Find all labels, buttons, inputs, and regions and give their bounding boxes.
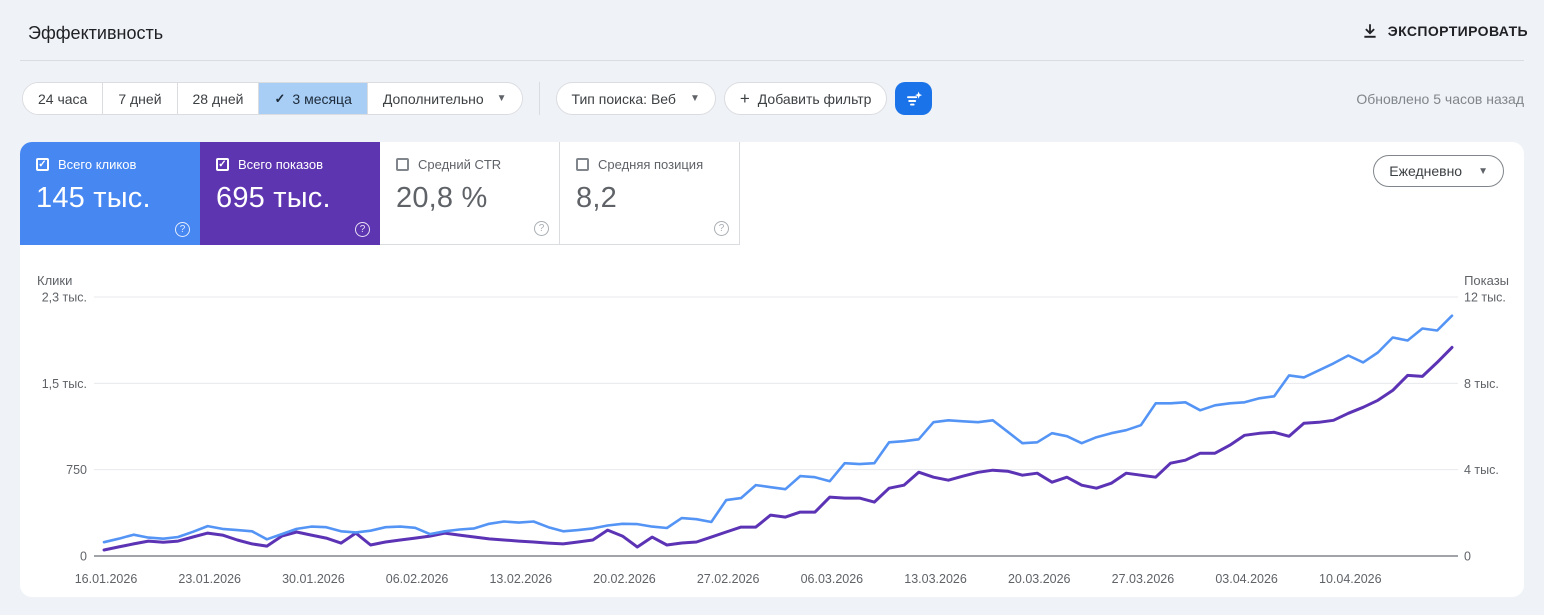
left-axis-tick: 1,5 тыс.: [42, 377, 87, 391]
header-divider: [20, 60, 1524, 61]
add-filter-label: Добавить фильтр: [757, 90, 872, 107]
x-axis-tick: 06.03.2026: [801, 572, 864, 586]
metric-label: Средний CTR: [418, 157, 502, 172]
series-clicks: [102, 314, 1454, 544]
chevron-down-icon: ▼: [1478, 165, 1488, 177]
x-axis-tick: 27.03.2026: [1112, 572, 1175, 586]
checkbox-checked-icon[interactable]: [36, 158, 49, 171]
checkbox-checked-icon[interactable]: [216, 158, 229, 171]
metric-label: Средняя позиция: [598, 157, 704, 172]
date-range-tabs: 24 часа 7 дней 28 дней ✓ 3 месяца Дополн…: [22, 82, 523, 115]
metric-label: Всего кликов: [58, 157, 137, 172]
help-icon[interactable]: ?: [534, 221, 549, 236]
export-button[interactable]: ЭКСПОРТИРОВАТЬ: [1361, 22, 1528, 40]
tab-label: Дополнительно: [382, 90, 484, 107]
metric-tile-total-impressions[interactable]: Всего показов 695 тыс. ?: [200, 142, 380, 245]
x-axis-tick: 20.02.2026: [593, 572, 656, 586]
tab-7-days[interactable]: 7 дней: [103, 83, 178, 114]
checkbox-unchecked-icon[interactable]: [396, 158, 409, 171]
x-axis-tick: 10.04.2026: [1319, 572, 1382, 586]
x-axis-tick: 03.04.2026: [1215, 572, 1278, 586]
export-label: ЭКСПОРТИРОВАТЬ: [1387, 23, 1528, 39]
metric-tile-total-clicks[interactable]: Всего кликов 145 тыс. ?: [20, 142, 200, 245]
search-type-label: Тип поиска: Веб: [571, 90, 676, 107]
plus-icon: +: [739, 89, 750, 108]
metric-value: 8,2: [576, 182, 617, 214]
granularity-label: Ежедневно: [1389, 163, 1463, 179]
right-axis-title: Показы: [1464, 273, 1509, 288]
x-axis-tick: 16.01.2026: [75, 572, 138, 586]
chevron-down-icon: ▼: [689, 93, 700, 104]
granularity-dropdown[interactable]: Ежедневно ▼: [1373, 155, 1504, 187]
right-axis-tick: 12 тыс.: [1464, 291, 1506, 305]
tab-label: 28 дней: [192, 90, 244, 107]
chevron-down-icon: ▼: [496, 93, 507, 104]
checkbox-unchecked-icon[interactable]: [576, 158, 589, 171]
left-axis-tick: 2,3 тыс.: [42, 291, 87, 305]
search-type-filter[interactable]: Тип поиска: Веб ▼: [555, 82, 716, 115]
performance-page: Эффективность ЭКСПОРТИРОВАТЬ 24 часа 7 д…: [0, 0, 1544, 615]
toolbar-divider: [538, 82, 540, 115]
metric-value: 695 тыс.: [216, 182, 331, 214]
x-axis-tick: 13.03.2026: [904, 572, 967, 586]
download-icon: [1361, 22, 1379, 40]
x-axis-tick: 30.01.2026: [282, 572, 345, 586]
x-axis-tick: 23.01.2026: [178, 572, 241, 586]
tab-label: 7 дней: [118, 90, 162, 107]
tab-label: 24 часа: [38, 90, 88, 107]
page-title: Эффективность: [28, 23, 164, 43]
tab-3-months[interactable]: ✓ 3 месяца: [259, 83, 368, 114]
filter-toolbar: 24 часа 7 дней 28 дней ✓ 3 месяца Дополн…: [22, 82, 1524, 115]
metric-label: Всего показов: [238, 157, 323, 172]
right-axis-tick: 8 тыс.: [1464, 377, 1499, 391]
metric-tiles: Всего кликов 145 тыс. ? Всего показов 69…: [20, 142, 1524, 245]
performance-chart: 0 0 750 4 тыс. 1,5 тыс. 8 тыс. 2,3 тыс. 12 тыс.…: [37, 273, 1509, 586]
x-axis-tick: 13.02.2026: [489, 572, 552, 586]
right-axis-tick: 4 тыс.: [1464, 463, 1499, 477]
last-updated-text: Обновлено 5 часов назад: [1356, 90, 1524, 107]
x-axis-tick: 27.02.2026: [697, 572, 760, 586]
left-axis-tick: 0: [80, 550, 87, 564]
left-axis-tick: 750: [66, 463, 87, 477]
performance-card: Всего кликов 145 тыс. ? Всего показов 69…: [20, 142, 1524, 597]
chart-area[interactable]: 0 0 750 4 тыс. 1,5 тыс. 8 тыс. 2,3 тыс. 12 тыс.…: [20, 270, 1524, 597]
metric-tile-average-position[interactable]: Средняя позиция 8,2 ?: [560, 142, 740, 245]
left-axis-title: Клики: [37, 273, 72, 288]
tab-28-days[interactable]: 28 дней: [177, 83, 260, 114]
smart-filter-button[interactable]: [895, 82, 933, 115]
x-axis-tick: 20.03.2026: [1008, 572, 1071, 586]
help-icon[interactable]: ?: [714, 221, 729, 236]
tab-more-dates[interactable]: Дополнительно ▼: [367, 83, 522, 114]
metric-value: 20,8 %: [396, 182, 488, 214]
help-icon[interactable]: ?: [175, 222, 190, 237]
tab-label: 3 месяца: [292, 90, 352, 107]
series-impressions: [102, 345, 1454, 552]
check-icon: ✓: [274, 90, 286, 106]
tab-24-hours[interactable]: 24 часа: [23, 83, 104, 114]
x-axis-tick: 06.02.2026: [386, 572, 449, 586]
filter-sparkle-icon: [904, 89, 924, 109]
metric-tile-average-ctr[interactable]: Средний CTR 20,8 % ?: [380, 142, 560, 245]
right-axis-tick: 0: [1464, 550, 1471, 564]
metric-value: 145 тыс.: [36, 182, 151, 214]
add-filter-button[interactable]: + Добавить фильтр: [723, 82, 888, 115]
help-icon[interactable]: ?: [355, 222, 370, 237]
